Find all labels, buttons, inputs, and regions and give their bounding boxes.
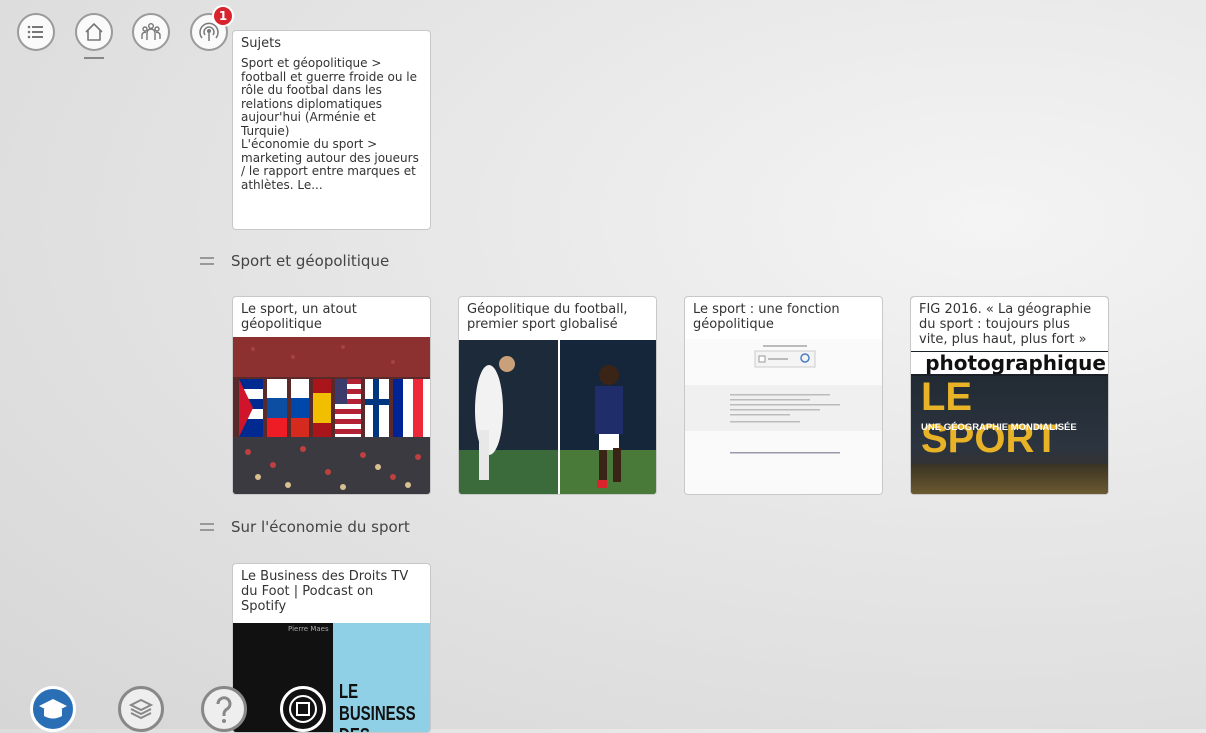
notification-badge[interactable]: 1	[212, 5, 234, 27]
drag-handle-icon[interactable]	[200, 257, 214, 265]
cover-subtitle: UNE GÉOGRAPHIE MONDIALISÉE	[921, 422, 1077, 433]
logo-icon	[289, 695, 317, 723]
card-body: Sport et géopolitique > football et guer…	[241, 56, 419, 192]
section-header-eco: Sur l'économie du sport	[200, 515, 410, 539]
members-button[interactable]	[132, 13, 170, 51]
card-title: Géopolitique du football, premier sport …	[467, 302, 628, 332]
group-icon	[141, 23, 161, 40]
home-button[interactable]	[75, 13, 113, 51]
home-icon	[85, 23, 103, 41]
podcast-title-text: LE BUSINESS DES	[339, 681, 416, 732]
card-eco-1[interactable]: Le Business des Droits TV du Foot | Podc…	[232, 563, 431, 733]
active-tab-indicator	[84, 57, 104, 59]
webpage-screenshot-image	[685, 339, 882, 494]
card-geo-2[interactable]: Géopolitique du football, premier sport …	[458, 296, 657, 495]
podcast-author: Pierre Maes	[288, 625, 329, 633]
card-title: Sujets	[241, 36, 281, 51]
cover-title-main: LE SPORT	[921, 375, 1059, 461]
section-title: Sport et géopolitique	[231, 252, 390, 270]
cut-off-content	[238, 0, 798, 6]
help-button[interactable]	[201, 686, 247, 732]
menu-button[interactable]	[17, 13, 55, 51]
achievements-button[interactable]	[30, 686, 76, 732]
section-title: Sur l'économie du sport	[231, 518, 410, 536]
graduation-cap-icon	[39, 699, 67, 719]
section-header-geo: Sport et géopolitique	[200, 249, 389, 273]
football-players-image	[459, 340, 656, 494]
library-button[interactable]	[118, 686, 164, 732]
card-sujets[interactable]: Sujets Sport et géopolitique > football …	[232, 30, 431, 230]
flags-image	[233, 337, 430, 494]
card-title: Le sport : une fonction géopolitique	[693, 302, 840, 332]
layers-icon	[128, 698, 154, 720]
card-title: FIG 2016. « La géographie du sport : tou…	[911, 297, 1108, 351]
question-mark-icon	[216, 696, 232, 723]
card-geo-3[interactable]: Le sport : une fonction géopolitique	[684, 296, 883, 495]
card-title: Le sport, un atout géopolitique	[241, 302, 357, 332]
list-icon	[27, 25, 43, 39]
book-cover-image: photographique LE SPORT UNE GÉOGRAPHIE M…	[911, 352, 1108, 494]
drag-handle-icon[interactable]	[200, 523, 214, 531]
card-geo-1[interactable]: Le sport, un atout géopolitique	[232, 296, 431, 495]
podcast-cover-image: Pierre Maes LE BUSINESS DES	[233, 623, 430, 732]
podcast-logo	[280, 686, 326, 732]
card-geo-4[interactable]: FIG 2016. « La géographie du sport : tou…	[910, 296, 1109, 495]
card-title: Le Business des Droits TV du Foot | Podc…	[241, 569, 409, 614]
cover-title-top: photographique	[911, 352, 1108, 374]
